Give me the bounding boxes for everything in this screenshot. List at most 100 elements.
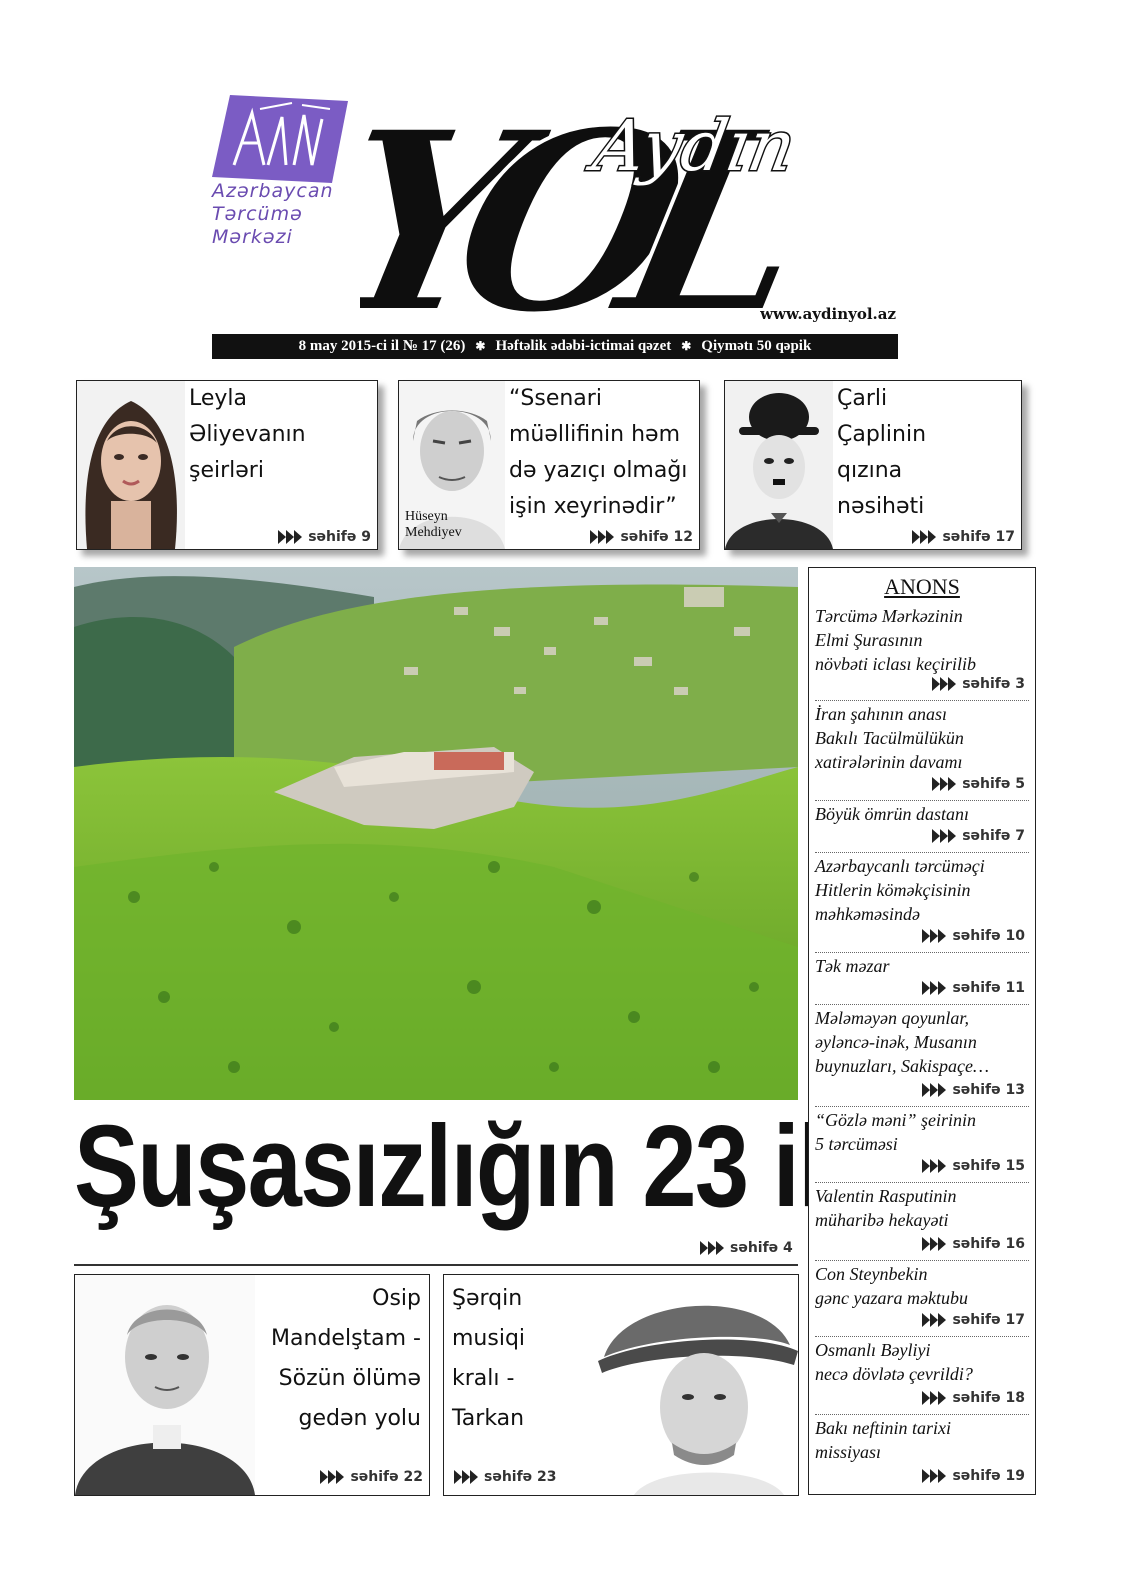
- triple-arrow-icon: [454, 1470, 478, 1484]
- announcement-line: gənc yazara məktubu: [815, 1288, 968, 1308]
- dotted-divider: [815, 1414, 1029, 1415]
- teaser-title-line: işin xeyrinədir”: [509, 494, 677, 519]
- triple-arrow-icon: [932, 677, 957, 691]
- dotted-divider: [815, 1182, 1029, 1183]
- dotted-divider: [815, 1260, 1029, 1261]
- feature-title-line: gedən yolu: [298, 1406, 421, 1431]
- main-headline[interactable]: Şuşasızlığın 23 ili: [74, 1096, 851, 1236]
- teaser-leyla-aliyeva[interactable]: Leyla Əliyevanın şeirləri səhifə 9: [76, 380, 378, 550]
- announcement-item[interactable]: İran şahının anası Bakılı Tacülmülükün x…: [815, 702, 1029, 798]
- triple-arrow-icon: [932, 777, 957, 791]
- page-reference-label: səhifə 10: [952, 928, 1025, 944]
- announcement-line: buynuzları, Sakispaçe…: [815, 1056, 989, 1076]
- teaser-title-line: “Ssenari: [509, 386, 602, 411]
- announcement-line: missiyası: [815, 1442, 882, 1462]
- feature-title: Şərqin musiqi kralı - Tarkan: [452, 1279, 525, 1439]
- page-reference[interactable]: səhifə 7: [932, 824, 1025, 848]
- announcement-line: Valentin Rasputinin: [815, 1186, 957, 1206]
- teaser-title: “Ssenari müəllifinin həm də yazıçı olmağ…: [509, 381, 699, 525]
- feature-tarkan[interactable]: Şərqin musiqi kralı - Tarkan səhifə 23: [443, 1274, 799, 1496]
- announcement-line: 5 tərcüməsi: [815, 1134, 898, 1154]
- triple-arrow-icon: [912, 530, 937, 544]
- page-reference-label: səhifə 3: [962, 676, 1025, 692]
- page-reference[interactable]: səhifə 13: [922, 1078, 1025, 1102]
- announcement-line: Böyük ömrün dastanı: [815, 804, 969, 824]
- announcement-line: Azərbaycanlı tərcüməçi: [815, 856, 985, 876]
- announcement-item[interactable]: Mələməyən qoyunlar, əyləncə-inək, Musanı…: [815, 1006, 1029, 1104]
- star-separator-icon: ✱: [681, 339, 692, 353]
- announcement-item[interactable]: Böyük ömrün dastanı səhifə 7: [815, 802, 1029, 850]
- teaser-charlie-chaplin[interactable]: Çarli Çaplinin qızına nəsihəti səhifə 17: [724, 380, 1022, 550]
- page-reference[interactable]: səhifə 5: [932, 772, 1025, 796]
- page-reference-label: səhifə 19: [952, 1468, 1025, 1484]
- announcement-line: Mələməyən qoyunlar,: [815, 1008, 969, 1028]
- page-reference-label: səhifə 9: [308, 529, 371, 545]
- announcement-line: müharibə hekayəti: [815, 1210, 949, 1230]
- page-reference[interactable]: səhifə 18: [922, 1386, 1025, 1410]
- announcement-item[interactable]: “Gözlə məni” şeirinin 5 tərcüməsi səhifə…: [815, 1108, 1029, 1180]
- portrait-photo: [594, 1275, 798, 1495]
- announcement-line: əyləncə-inək, Musanın: [815, 1032, 977, 1052]
- announcements-box: ANONS Tərcümə Mərkəzinin Elmi Şurasının …: [808, 567, 1036, 1495]
- logo-line: Mərkəzi: [212, 226, 293, 248]
- dotted-divider: [815, 1106, 1029, 1107]
- announcement-item[interactable]: Tərcümə Mərkəzinin Elmi Şurasının növbət…: [815, 604, 1029, 698]
- triple-arrow-icon: [590, 530, 615, 544]
- page-reference[interactable]: səhifə 12: [590, 529, 693, 545]
- portrait-photo: [77, 381, 185, 549]
- page-reference[interactable]: səhifə 19: [922, 1464, 1025, 1488]
- feature-title-line: Tarkan: [452, 1406, 525, 1431]
- dotted-divider: [815, 800, 1029, 801]
- dotted-divider: [815, 1004, 1029, 1005]
- feature-title-line: Osip: [372, 1286, 421, 1311]
- star-separator-icon: ✱: [475, 339, 486, 353]
- teaser-title-line: Çaplinin: [837, 422, 927, 447]
- site-url[interactable]: www.aydinyol.az: [700, 305, 896, 323]
- portrait-photo: [725, 381, 833, 549]
- page-reference[interactable]: səhifə 3: [932, 672, 1025, 696]
- teaser-title-line: şeirləri: [189, 458, 264, 483]
- headline-page-reference[interactable]: səhifə 4: [700, 1240, 793, 1256]
- announcement-line: necə dövlətə çevrildi?: [815, 1364, 973, 1384]
- announcement-line: Elmi Şurasının: [815, 630, 923, 650]
- page-reference-label: səhifə 17: [942, 529, 1015, 545]
- feature-title-line: musiqi: [452, 1326, 526, 1351]
- page-reference[interactable]: səhifə 23: [454, 1469, 557, 1485]
- announcement-line: Hitlerin köməkçisinin: [815, 880, 971, 900]
- page-reference-label: səhifə 13: [952, 1082, 1025, 1098]
- page-reference-label: səhifə 16: [952, 1236, 1025, 1252]
- announcement-item[interactable]: Azərbaycanlı tərcüməçi Hitlerin köməkçis…: [815, 854, 1029, 950]
- announcement-line: Bakı neftinin tarixi: [815, 1418, 951, 1438]
- masthead-aydin: Aydın: [582, 105, 802, 186]
- logo-line: Tərcümə: [212, 203, 303, 225]
- teaser-title-line: Leyla: [189, 386, 248, 411]
- dotted-divider: [815, 852, 1029, 853]
- photo-caption: Hüseyn Mehdiyev: [405, 509, 462, 541]
- page-reference[interactable]: səhifə 9: [278, 529, 371, 545]
- dotted-divider: [815, 1336, 1029, 1337]
- page-reference[interactable]: səhifə 10: [922, 924, 1025, 948]
- triple-arrow-icon: [922, 1083, 947, 1097]
- feature-title-line: kralı -: [452, 1366, 515, 1391]
- page-reference[interactable]: səhifə 22: [320, 1469, 423, 1485]
- page-reference[interactable]: səhifə 15: [922, 1154, 1025, 1178]
- price: Qiymətı 50 qəpik: [701, 338, 812, 354]
- page-reference[interactable]: səhifə 17: [912, 529, 1015, 545]
- announcement-item[interactable]: Osmanlı Bəyliyi necə dövlətə çevrildi? s…: [815, 1338, 1029, 1412]
- page-reference[interactable]: səhifə 17: [922, 1308, 1025, 1332]
- page-reference-label: səhifə 18: [952, 1390, 1025, 1406]
- announcement-item[interactable]: Con Steynbekin gənc yazara məktubu səhif…: [815, 1262, 1029, 1334]
- announcement-item[interactable]: Bakı neftinin tarixi missiyası səhifə 19: [815, 1416, 1029, 1490]
- teaser-title: Leyla Əliyevanın şeirləri: [189, 381, 369, 489]
- page-reference-label: səhifə 4: [730, 1240, 793, 1256]
- feature-title: Osip Mandelştam - Sözün ölümə gedən yolu: [271, 1279, 421, 1439]
- announcement-item[interactable]: Valentin Rasputinin müharibə hekayəti sə…: [815, 1184, 1029, 1258]
- teaser-huseyn-mehdiyev[interactable]: Hüseyn Mehdiyev “Ssenari müəllifinin həm…: [398, 380, 700, 550]
- page-reference[interactable]: səhifə 11: [922, 976, 1025, 1000]
- dotted-divider: [815, 952, 1029, 953]
- announcement-line: xatirələrinin davamı: [815, 752, 963, 772]
- feature-mandelstam[interactable]: Osip Mandelştam - Sözün ölümə gedən yolu…: [74, 1274, 430, 1496]
- announcement-item[interactable]: Tək məzar səhifə 11: [815, 954, 1029, 1002]
- page-reference[interactable]: səhifə 16: [922, 1232, 1025, 1256]
- feature-title-line: Şərqin: [452, 1286, 523, 1311]
